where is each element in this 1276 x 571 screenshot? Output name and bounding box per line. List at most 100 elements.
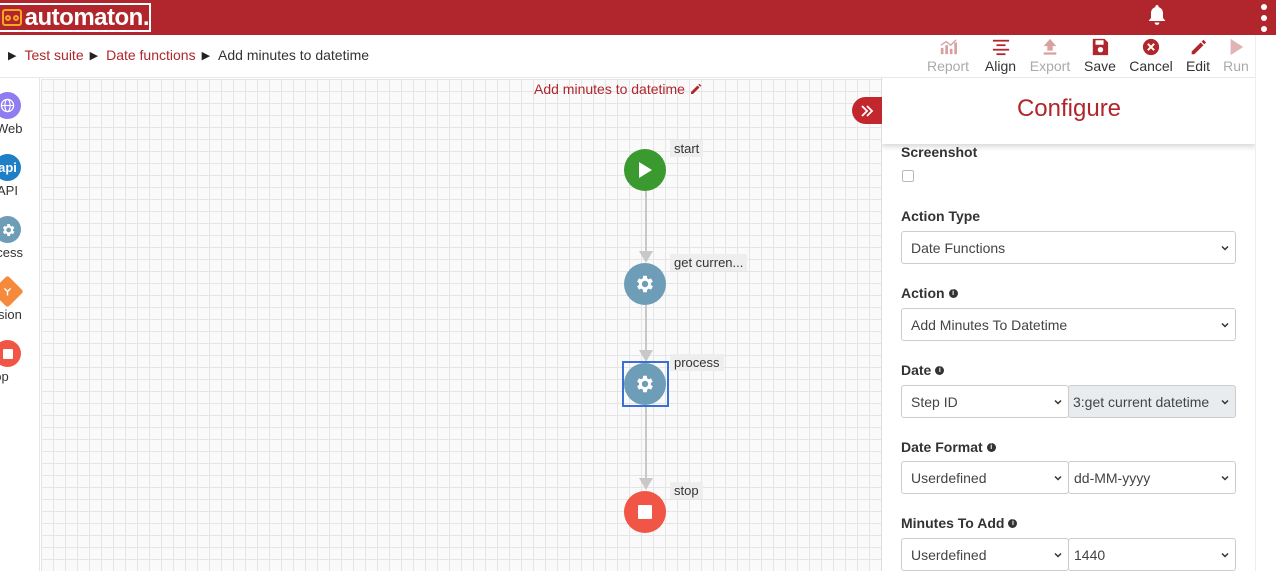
breadcrumb-separator: ▶ bbox=[201, 49, 211, 62]
cancel-button[interactable]: Cancel bbox=[1125, 38, 1177, 74]
chevron-down-icon bbox=[1054, 399, 1062, 405]
flow-node-stop[interactable] bbox=[624, 491, 666, 533]
info-icon[interactable]: i bbox=[1008, 518, 1018, 528]
action-select[interactable]: Add Minutes To Datetime bbox=[901, 308, 1236, 341]
chevron-down-icon bbox=[1221, 475, 1229, 481]
date-value-select[interactable]: 3:get current datetime bbox=[1068, 385, 1236, 418]
chevron-down-icon bbox=[1221, 399, 1229, 405]
gear-icon bbox=[0, 216, 21, 243]
play-icon bbox=[639, 162, 652, 178]
date-source-select[interactable]: Step ID bbox=[901, 385, 1069, 418]
connector bbox=[645, 191, 647, 253]
info-icon[interactable]: i bbox=[935, 365, 945, 375]
flow-node-label: start bbox=[670, 140, 704, 157]
logo-icon bbox=[2, 9, 22, 26]
flow-node-get-current-datetime[interactable] bbox=[624, 263, 666, 305]
collapse-panel-button[interactable] bbox=[852, 97, 882, 124]
export-button[interactable]: Export bbox=[1025, 38, 1075, 74]
align-icon bbox=[992, 39, 1009, 56]
more-menu-icon[interactable] bbox=[1261, 4, 1267, 32]
gear-icon bbox=[637, 275, 653, 293]
breadcrumb: ▶ Test suite ▶ Date functions ▶ Add minu… bbox=[0, 47, 369, 63]
stop-icon bbox=[638, 505, 652, 519]
date-label: Date i bbox=[901, 362, 945, 378]
save-label: Save bbox=[1084, 58, 1116, 74]
date-source-value: Step ID bbox=[911, 393, 958, 410]
date-format-value: dd-MM-yyyy bbox=[1074, 469, 1151, 486]
breadcrumb-test-suite[interactable]: Test suite bbox=[24, 47, 83, 63]
minutes-to-add-label-text: Minutes To Add bbox=[901, 515, 1005, 531]
bell-icon[interactable] bbox=[1145, 3, 1169, 27]
run-button[interactable]: Run bbox=[1219, 38, 1253, 74]
action-value: Add Minutes To Datetime bbox=[911, 316, 1068, 333]
export-label: Export bbox=[1029, 58, 1071, 74]
screenshot-checkbox[interactable] bbox=[902, 170, 914, 182]
app-logo[interactable]: automaton. bbox=[0, 3, 151, 32]
date-format-label-text: Date Format bbox=[901, 439, 983, 455]
chevron-down-icon bbox=[1054, 475, 1062, 481]
date-format-input[interactable]: dd-MM-yyyy bbox=[1068, 461, 1236, 494]
toolbar: Report Align Export Save Cancel Edit Run bbox=[924, 38, 1253, 74]
flow-title-text: Add minutes to datetime bbox=[534, 81, 685, 97]
page-scrollbar[interactable] bbox=[1255, 35, 1276, 571]
action-label-text: Action bbox=[901, 285, 945, 301]
configure-header: Configure bbox=[882, 78, 1255, 144]
date-format-source-select[interactable]: Userdefined bbox=[901, 461, 1069, 494]
flow-node-process[interactable] bbox=[624, 363, 666, 405]
report-icon bbox=[940, 39, 957, 55]
flow-title[interactable]: Add minutes to datetime bbox=[534, 81, 702, 97]
flow-canvas[interactable] bbox=[41, 79, 881, 571]
align-button[interactable]: Align bbox=[976, 38, 1025, 74]
chevron-down-icon bbox=[1221, 552, 1229, 558]
info-icon[interactable]: i bbox=[986, 442, 996, 452]
save-button[interactable]: Save bbox=[1075, 38, 1125, 74]
palette-label-process: Process bbox=[0, 245, 23, 260]
breadcrumb-date-functions[interactable]: Date functions bbox=[106, 47, 196, 63]
minutes-to-add-input[interactable]: 1440 bbox=[1068, 538, 1236, 571]
configure-title: Configure bbox=[1016, 95, 1122, 122]
screenshot-label-text: Screenshot bbox=[901, 144, 978, 160]
double-chevron-right-icon bbox=[861, 104, 874, 117]
edit-label: Edit bbox=[1185, 58, 1211, 74]
screenshot-label: Screenshot bbox=[901, 144, 977, 160]
cancel-label: Cancel bbox=[1129, 58, 1173, 74]
configure-panel: Configure Screenshot Action Type Date Fu… bbox=[881, 78, 1255, 571]
breadcrumb-current: Add minutes to datetime bbox=[218, 47, 370, 63]
report-label: Report bbox=[926, 58, 970, 74]
globe-icon bbox=[0, 92, 21, 119]
flow-node-label: process bbox=[670, 354, 724, 371]
node-palette: Web api API Process Decision Stop bbox=[0, 78, 40, 571]
chevron-down-icon bbox=[1054, 552, 1062, 558]
breadcrumb-separator: ▶ bbox=[89, 49, 99, 62]
api-icon: api bbox=[0, 154, 21, 181]
play-icon bbox=[1230, 38, 1244, 56]
connector-arrow bbox=[639, 251, 653, 263]
minutes-to-add-value: 1440 bbox=[1074, 546, 1106, 563]
flow-node-start[interactable] bbox=[624, 149, 666, 191]
report-button[interactable]: Report bbox=[924, 38, 972, 74]
align-label: Align bbox=[984, 58, 1017, 74]
action-type-label: Action Type bbox=[901, 208, 980, 224]
pencil-icon bbox=[1191, 39, 1207, 55]
action-type-select[interactable]: Date Functions bbox=[901, 231, 1236, 264]
stop-icon bbox=[0, 340, 21, 367]
minutes-to-add-label: Minutes To Add i bbox=[901, 515, 1018, 531]
action-type-value: Date Functions bbox=[911, 239, 1006, 256]
chevron-down-icon bbox=[1221, 322, 1229, 328]
edit-button[interactable]: Edit bbox=[1177, 38, 1219, 74]
minutes-source-select[interactable]: Userdefined bbox=[901, 538, 1069, 571]
top-bar: automaton. bbox=[0, 0, 1276, 35]
run-label: Run bbox=[1223, 58, 1249, 74]
export-icon bbox=[1043, 38, 1057, 55]
pencil-icon bbox=[690, 83, 702, 94]
gear-icon bbox=[637, 375, 653, 393]
date-value: 3:get current datetime bbox=[1073, 393, 1210, 410]
save-icon bbox=[1092, 38, 1109, 56]
decision-icon bbox=[0, 275, 24, 308]
connector-arrow bbox=[639, 478, 653, 490]
flow-node-label: get curren... bbox=[670, 254, 748, 271]
palette-label-decision: Decision bbox=[0, 307, 22, 322]
info-icon[interactable]: i bbox=[948, 288, 958, 298]
minutes-source-value: Userdefined bbox=[911, 546, 987, 563]
action-label: Action i bbox=[901, 285, 958, 301]
